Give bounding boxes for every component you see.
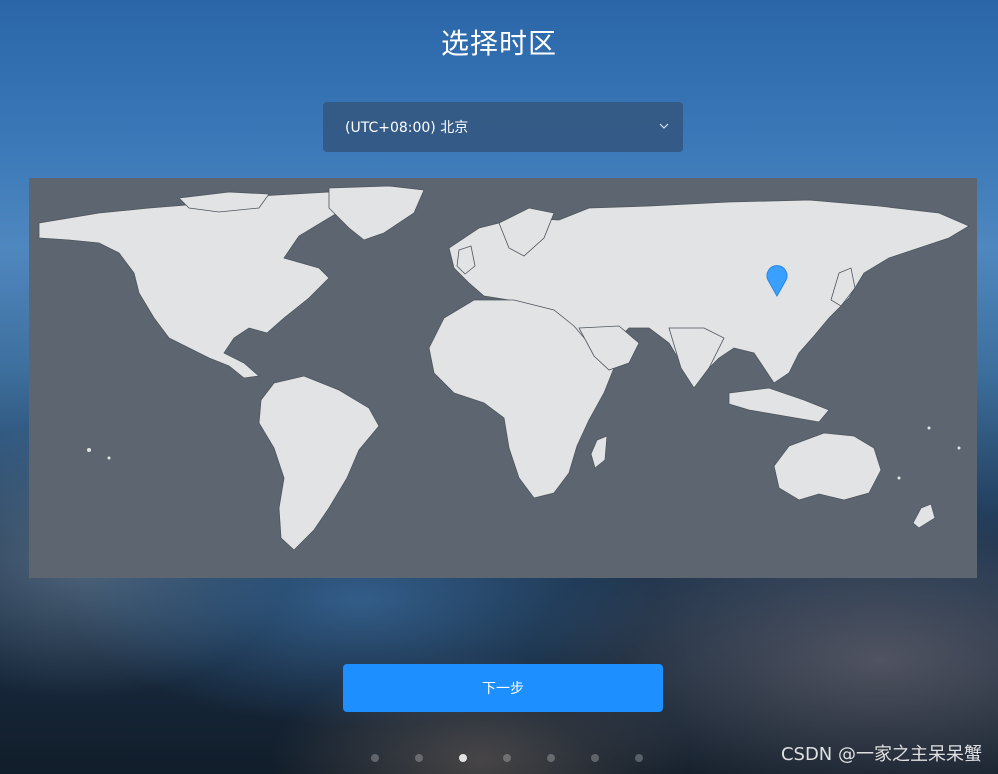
page-title: 选择时区 <box>440 27 557 60</box>
pacific-island <box>957 446 961 450</box>
pacific-island <box>107 456 111 460</box>
madagascar-landmass <box>590 435 608 469</box>
australia-landmass <box>773 432 882 501</box>
pacific-island <box>897 476 901 480</box>
pagination-dot[interactable] <box>371 754 379 762</box>
pagination-dot-active[interactable] <box>459 754 467 762</box>
location-pin-icon[interactable] <box>765 265 789 297</box>
pagination-dot[interactable] <box>503 754 511 762</box>
world-map[interactable] <box>29 178 977 578</box>
pacific-island <box>87 448 91 452</box>
north-america-landmass <box>38 191 361 379</box>
next-button[interactable]: 下一步 <box>343 664 663 712</box>
pagination-dot[interactable] <box>591 754 599 762</box>
indonesia-islands <box>728 387 830 423</box>
pagination-dot[interactable] <box>415 754 423 762</box>
pacific-island <box>927 426 931 430</box>
chevron-down-icon <box>659 123 669 129</box>
world-map-graphic <box>38 185 970 551</box>
watermark: CSDN @一家之主呆呆蟹 <box>780 744 982 765</box>
pagination-dot[interactable] <box>547 754 555 762</box>
south-america-landmass <box>258 375 380 551</box>
timezone-select-value: (UTC+08:00) 北京 <box>345 120 469 136</box>
timezone-select[interactable]: (UTC+08:00) 北京 <box>323 102 683 152</box>
pagination-dots <box>371 754 643 762</box>
new-zealand-landmass <box>912 503 936 529</box>
greenland-landmass <box>328 185 425 241</box>
pagination-dot[interactable] <box>635 754 643 762</box>
